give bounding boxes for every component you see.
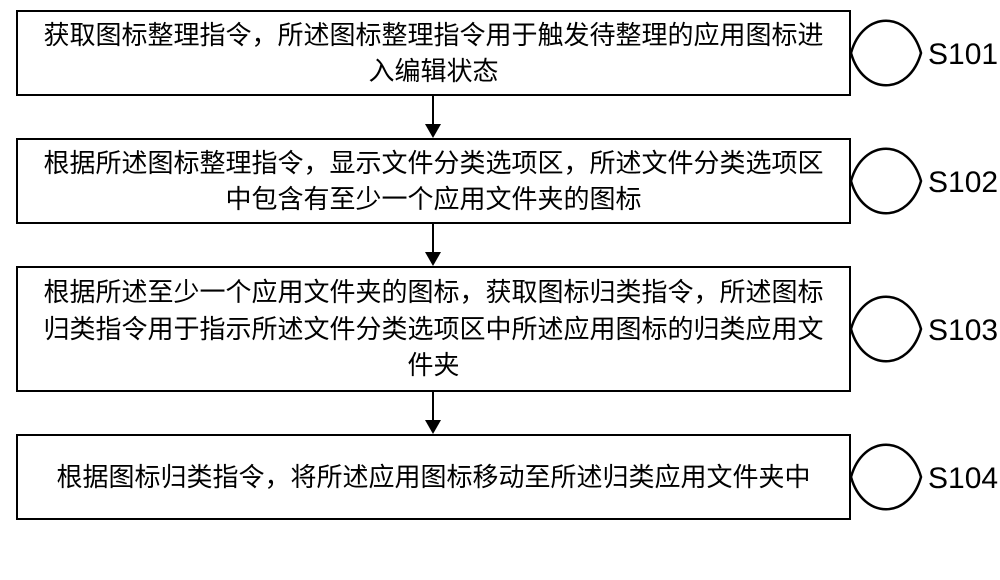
arrow-line-3 (432, 392, 434, 422)
step-box-2: 根据所述图标整理指令，显示文件分类选项区，所述文件分类选项区中包含有至少一个应用… (16, 138, 851, 224)
step-box-3: 根据所述至少一个应用文件夹的图标，获取图标归类指令，所述图标归类指令用于指示所述… (16, 266, 851, 392)
arrow-head-1 (425, 124, 441, 138)
step-text-1: 获取图标整理指令，所述图标整理指令用于触发待整理的应用图标进入编辑状态 (36, 17, 831, 90)
flowchart-canvas: 获取图标整理指令，所述图标整理指令用于触发待整理的应用图标进入编辑状态 S101… (0, 0, 1000, 580)
connector-curve-4 (851, 442, 921, 512)
step-label-2: S102 (928, 166, 998, 200)
step-text-4: 根据图标归类指令，将所述应用图标移动至所述归类应用文件夹中 (56, 459, 810, 495)
connector-curve-1 (851, 18, 921, 88)
step-label-1: S101 (928, 38, 998, 72)
step-label-3: S103 (928, 314, 998, 348)
step-label-4: S104 (928, 462, 998, 496)
arrow-line-1 (432, 96, 434, 126)
arrow-head-3 (425, 420, 441, 434)
arrow-head-2 (425, 252, 441, 266)
step-box-1: 获取图标整理指令，所述图标整理指令用于触发待整理的应用图标进入编辑状态 (16, 10, 851, 96)
step-text-3: 根据所述至少一个应用文件夹的图标，获取图标归类指令，所述图标归类指令用于指示所述… (36, 274, 831, 383)
step-box-4: 根据图标归类指令，将所述应用图标移动至所述归类应用文件夹中 (16, 434, 851, 520)
connector-curve-3 (851, 294, 921, 364)
step-text-2: 根据所述图标整理指令，显示文件分类选项区，所述文件分类选项区中包含有至少一个应用… (36, 145, 831, 218)
connector-curve-2 (851, 146, 921, 216)
arrow-line-2 (432, 224, 434, 254)
